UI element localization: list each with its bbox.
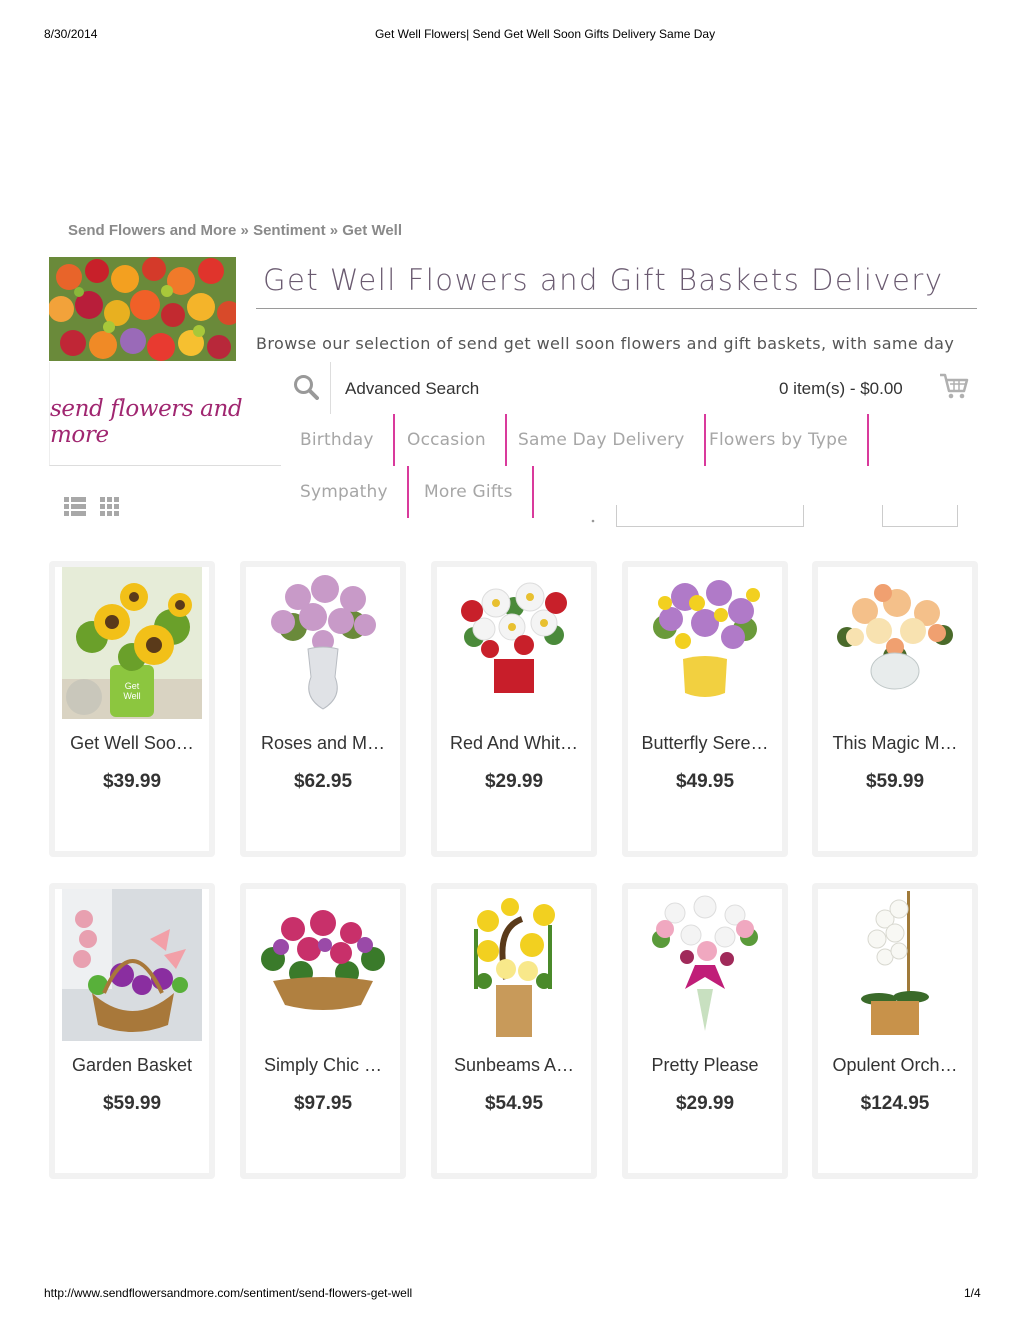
product-name[interactable]: Get Well Soo… (55, 733, 209, 754)
header-bar: Advanced Search 0 item(s) - $0.00 (281, 362, 977, 414)
breadcrumb: Send Flowers and More » Sentiment » Get … (68, 222, 402, 239)
breadcrumb-sentiment[interactable]: Sentiment (253, 222, 326, 239)
main-nav: Birthday Occasion Same Day Delivery Flow… (281, 414, 881, 518)
breadcrumb-home[interactable]: Send Flowers and More (68, 222, 236, 239)
product-name[interactable]: Opulent Orch… (818, 1055, 972, 1076)
page-title: Get Well Flowers and Gift Baskets Delive… (263, 263, 944, 297)
product-image[interactable] (253, 889, 393, 1041)
product-price: $97.95 (293, 1093, 353, 1114)
product-image[interactable] (444, 567, 584, 719)
nav-occasion[interactable]: Occasion (388, 414, 507, 466)
print-url: http://www.sendflowersandmore.com/sentim… (44, 1286, 413, 1300)
sort-label-fragment (591, 510, 595, 523)
product-price: $54.95 (484, 1093, 544, 1114)
svg-text:Get: Get (125, 681, 140, 691)
nav-flowers-by-type[interactable]: Flowers by Type (690, 414, 869, 466)
heading-divider (256, 308, 977, 309)
product-image[interactable] (825, 889, 965, 1041)
breadcrumb-current: Get Well (342, 222, 403, 239)
product-price: $29.99 (675, 1093, 735, 1114)
product-price: $59.99 (102, 1093, 162, 1114)
product-name[interactable]: Simply Chic … (246, 1055, 400, 1076)
product-name[interactable]: Garden Basket (55, 1055, 209, 1076)
product-card[interactable]: Get Well Get Well Soo… $39.99 (49, 561, 215, 857)
product-name[interactable]: Red And Whit… (437, 733, 591, 754)
product-name[interactable]: Butterfly Sere… (628, 733, 782, 754)
nav-sympathy[interactable]: Sympathy (281, 466, 409, 518)
intro-text: Browse our selection of send get well so… (256, 334, 955, 353)
product-price: $29.99 (484, 771, 544, 792)
product-price: $124.95 (860, 1093, 930, 1114)
product-image[interactable] (825, 567, 965, 719)
breadcrumb-separator: » (236, 222, 254, 239)
sort-select[interactable] (616, 505, 804, 527)
view-toggle (64, 495, 124, 519)
product-image[interactable] (635, 567, 775, 719)
product-name[interactable]: Pretty Please (628, 1055, 782, 1076)
logo[interactable]: send flowers and more (49, 362, 281, 466)
product-card[interactable]: Red And Whit… $29.99 (431, 561, 597, 857)
cart-icon[interactable] (939, 372, 969, 400)
product-card[interactable]: Simply Chic … $97.95 (240, 883, 406, 1179)
print-title: Get Well Flowers| Send Get Well Soon Gif… (374, 27, 716, 41)
product-card[interactable]: Sunbeams A… $54.95 (431, 883, 597, 1179)
product-price: $39.99 (102, 771, 162, 792)
product-image[interactable] (635, 889, 775, 1041)
nav-more-gifts[interactable]: More Gifts (405, 466, 534, 518)
product-image[interactable] (444, 889, 584, 1041)
product-price: $62.95 (293, 771, 353, 792)
product-card[interactable]: Garden Basket $59.99 (49, 883, 215, 1179)
product-name[interactable]: Sunbeams A… (437, 1055, 591, 1076)
print-page-number: 1/4 (964, 1286, 981, 1300)
limit-select[interactable] (882, 505, 958, 527)
advanced-search-link[interactable]: Advanced Search (345, 379, 479, 399)
product-name[interactable]: This Magic M… (818, 733, 972, 754)
print-header: 8/30/2014 Get Well Flowers| Send Get Wel… (0, 27, 1024, 41)
product-card[interactable]: Butterfly Sere… $49.95 (622, 561, 788, 857)
logo-wordmark: send flowers and more (50, 396, 243, 448)
search-divider (330, 362, 331, 414)
product-price: $59.99 (865, 771, 925, 792)
product-price: $49.95 (675, 771, 735, 792)
product-card[interactable]: Pretty Please $29.99 (622, 883, 788, 1179)
breadcrumb-separator: » (325, 222, 343, 239)
nav-birthday[interactable]: Birthday (281, 414, 395, 466)
category-image (49, 257, 236, 361)
product-name[interactable]: Roses and M… (246, 733, 400, 754)
product-image[interactable] (253, 567, 393, 719)
product-image[interactable] (62, 889, 202, 1041)
product-card[interactable]: Roses and M… $62.95 (240, 561, 406, 857)
product-card[interactable]: This Magic M… $59.99 (812, 561, 978, 857)
product-card[interactable]: Opulent Orch… $124.95 (812, 883, 978, 1179)
svg-text:Well: Well (123, 691, 140, 701)
product-image[interactable]: Get Well (62, 567, 202, 719)
cart-summary[interactable]: 0 item(s) - $0.00 (779, 379, 903, 399)
list-view-icon[interactable] (64, 495, 124, 519)
search-icon[interactable] (293, 374, 319, 400)
nav-same-day-delivery[interactable]: Same Day Delivery (499, 414, 706, 466)
